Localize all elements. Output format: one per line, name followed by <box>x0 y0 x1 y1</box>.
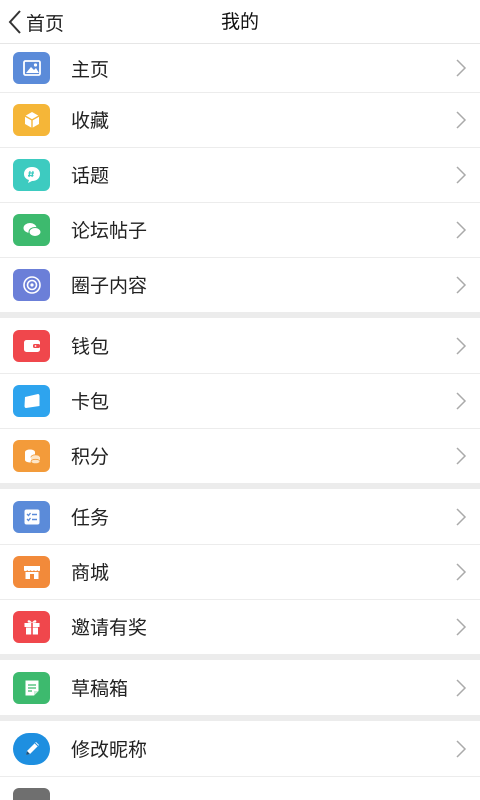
menu-group-drafts: 草稿箱 <box>0 660 480 715</box>
menu-item-favorites[interactable]: 收藏 <box>0 92 480 147</box>
hashtag-bubble-icon <box>13 158 50 191</box>
gift-icon <box>13 610 50 643</box>
menu-group-account: 修改昵称 <box>0 721 480 800</box>
card-icon <box>13 384 50 417</box>
menu-item-circle-content[interactable]: 圈子内容 <box>0 257 480 312</box>
chevron-right-icon <box>456 275 467 294</box>
pencil-icon <box>13 732 50 765</box>
chat-bubbles-icon <box>13 213 50 246</box>
page-title: 我的 <box>220 11 259 33</box>
chevron-right-icon <box>456 739 467 758</box>
menu-item-label: 圈子内容 <box>71 275 148 297</box>
chevron-right-icon <box>456 391 467 410</box>
menu-item-topics[interactable]: 话题 <box>0 147 480 202</box>
menu-item-label: 卡包 <box>71 391 110 413</box>
chevron-right-icon <box>456 617 467 636</box>
menu-group-content: 主页 收藏 话题 论坛帖子 圈子内容 <box>0 44 480 312</box>
menu-item-label: 商城 <box>71 562 110 584</box>
chevron-right-icon <box>456 678 467 697</box>
menu-item-label: 修改昵称 <box>71 739 148 761</box>
menu-item-label: 收藏 <box>71 110 110 132</box>
image-icon <box>13 52 50 84</box>
menu-group-assets: 钱包 卡包 积分 <box>0 318 480 483</box>
menu-item-forum-posts[interactable]: 论坛帖子 <box>0 202 480 257</box>
menu-item-label: 主页 <box>71 58 110 81</box>
menu-item-mall[interactable]: 商城 <box>0 544 480 599</box>
menu-item-label: 钱包 <box>71 336 110 358</box>
menu-item-label: 草稿箱 <box>71 678 129 700</box>
chevron-right-icon <box>456 336 467 355</box>
chevron-right-icon <box>456 165 467 184</box>
menu-item-edit-nickname[interactable]: 修改昵称 <box>0 721 480 776</box>
wallet-icon <box>13 329 50 362</box>
menu-item-label: 邀请有奖 <box>71 617 148 639</box>
menu-item-partial[interactable] <box>0 776 480 800</box>
back-button[interactable]: 首页 <box>6 0 64 44</box>
chevron-right-icon <box>456 59 467 77</box>
menu-item-points[interactable]: 积分 <box>0 428 480 483</box>
draft-note-icon <box>13 671 50 704</box>
menu-item-card-bag[interactable]: 卡包 <box>0 373 480 428</box>
task-list-icon <box>13 500 50 533</box>
menu-item-drafts[interactable]: 草稿箱 <box>0 660 480 715</box>
box-icon <box>13 103 50 136</box>
chevron-right-icon <box>456 446 467 465</box>
chevron-right-icon <box>456 110 467 129</box>
chevron-right-icon <box>456 220 467 239</box>
menu-item-label: 积分 <box>71 446 110 468</box>
partial-icon <box>13 787 50 800</box>
menu-item-wallet[interactable]: 钱包 <box>0 318 480 373</box>
chevron-right-icon <box>456 507 467 526</box>
menu-item-label: 任务 <box>71 507 110 529</box>
store-icon <box>13 555 50 588</box>
menu-item-tasks[interactable]: 任务 <box>0 489 480 544</box>
coins-icon <box>13 439 50 472</box>
menu-group-activities: 任务 商城 邀请有奖 <box>0 489 480 654</box>
chevron-right-icon <box>456 562 467 581</box>
menu-item-invite-rewards[interactable]: 邀请有奖 <box>0 599 480 654</box>
profile-screen: 首页 我的 主页 收藏 话题 论坛帖子 圈子内容 钱包 卡包 积分 任务 商城 … <box>0 0 480 800</box>
menu-item-home[interactable]: 主页 <box>0 44 480 92</box>
back-label: 首页 <box>26 12 65 35</box>
header: 首页 我的 <box>0 0 480 44</box>
chevron-left-icon <box>8 10 21 34</box>
circle-swirl-icon <box>13 268 50 301</box>
menu-item-label: 话题 <box>71 165 110 187</box>
menu-item-label: 论坛帖子 <box>71 220 148 242</box>
